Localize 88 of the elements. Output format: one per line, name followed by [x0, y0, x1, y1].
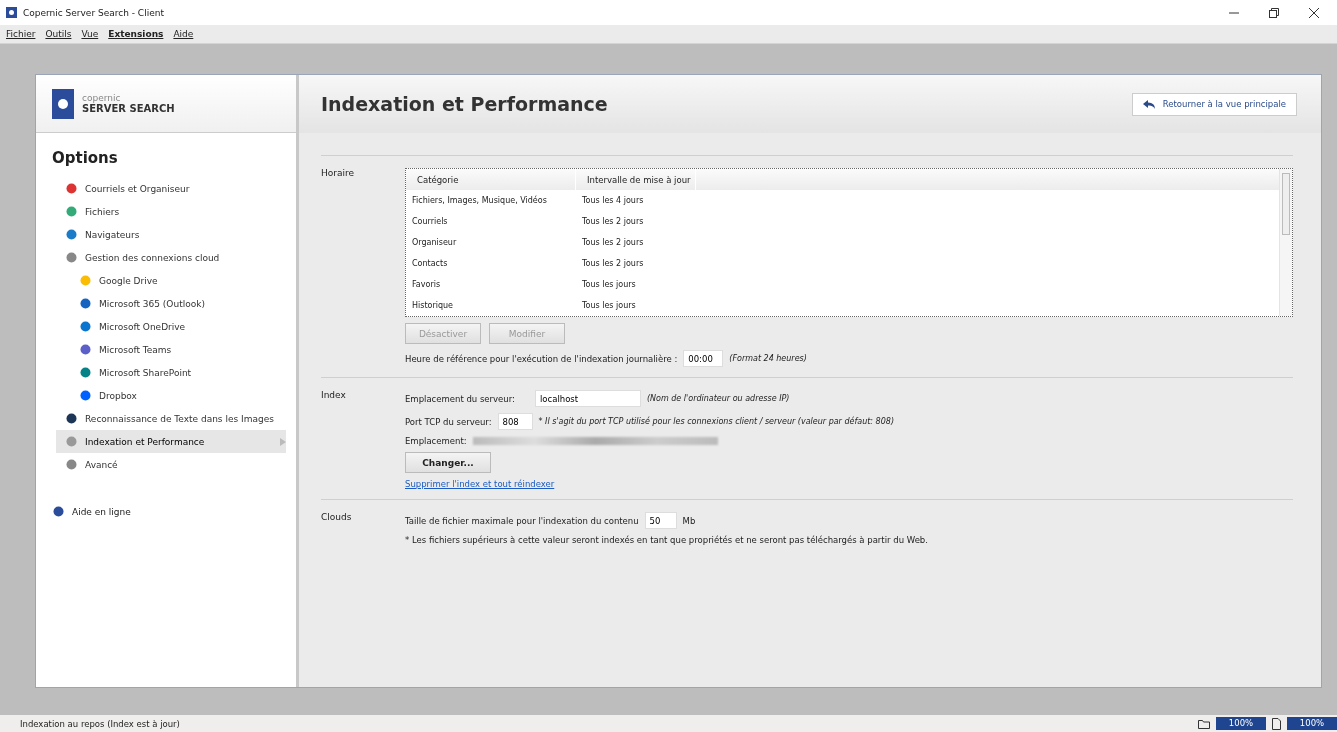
help-icon — [53, 506, 64, 517]
category-icon — [66, 206, 77, 217]
field-hint: (Format 24 heures) — [729, 354, 807, 363]
logo-icon — [52, 88, 74, 119]
section-label: Index — [321, 390, 347, 402]
page-icon — [1272, 717, 1281, 730]
field-label: Port TCP du serveur: — [405, 416, 492, 427]
table-row[interactable]: Courriels Tous les 2 jours — [406, 211, 1279, 232]
table-cell-text: Tous les 2 jours — [581, 217, 645, 226]
table-cell-text: Contacts — [411, 259, 449, 268]
table-cell-text: Tous les jours — [581, 280, 637, 289]
help-link[interactable]: Aide en ligne — [53, 506, 296, 517]
app-icon — [6, 7, 17, 18]
table-cell-text: Courriels — [411, 217, 449, 226]
table-cell-text: Tous les jours — [581, 301, 637, 310]
category-icon — [66, 229, 77, 240]
port-field[interactable]: 808 — [497, 413, 533, 430]
category-icon — [80, 321, 91, 332]
logo-text: SERVER SEARCH — [82, 103, 175, 114]
sidebar-item[interactable]: Fichiers — [56, 200, 286, 223]
sidebar-item[interactable]: Navigateurs — [56, 223, 286, 246]
category-icon — [80, 390, 91, 401]
category-icon — [66, 183, 77, 194]
table-row[interactable]: Contacts Tous les 2 jours — [406, 253, 1279, 274]
field-label: Heure de référence pour l'exécution de l'indexation journalière : — [405, 353, 678, 364]
table-cell-text: Organiseur — [411, 238, 458, 247]
section-label: Clouds — [321, 512, 353, 524]
category-icon — [66, 252, 77, 263]
window-title: Copernic Server Search - Client — [23, 7, 165, 18]
sidebar-item[interactable]: Reconnaissance de Texte dans les Images — [56, 407, 286, 430]
back-button[interactable]: Retourner à la vue principale — [1131, 92, 1297, 116]
sidebar-item[interactable]: Google Drive — [56, 269, 286, 292]
menu-item[interactable]: Extensions — [108, 29, 164, 39]
table-cell-text: Favoris — [411, 280, 442, 289]
note-text: * Les fichiers supérieurs à cette valeur seront indexés en tant que propriétés et ne seront pas téléchargés à partir du Web. — [405, 535, 928, 545]
folder-icon — [1198, 718, 1210, 729]
column-header[interactable]: Intervalle de mise à jour — [576, 169, 696, 190]
page-title: Indexation et Performance — [321, 93, 608, 115]
category-icon — [80, 298, 91, 309]
sidebar-item[interactable]: Avancé — [56, 453, 286, 476]
server-field[interactable]: localhost — [534, 390, 641, 407]
table-cell-text: Tous les 4 jours — [581, 196, 645, 205]
category-icon — [66, 413, 77, 424]
sidebar-item[interactable]: Indexation et Performance — [56, 430, 286, 453]
table-cell-text: Fichiers, Images, Musique, Vidéos — [411, 196, 548, 205]
sidebar-item[interactable]: Microsoft SharePoint — [56, 361, 286, 384]
scrollbar[interactable] — [1279, 169, 1292, 316]
section-label: Horaire — [321, 168, 356, 180]
status-text: Indexation au repos (Index est à jour) — [20, 718, 181, 729]
table-row[interactable]: Favoris Tous les jours — [406, 274, 1279, 295]
sidebar-item[interactable]: Microsoft OneDrive — [56, 315, 286, 338]
table-cell-text: Tous les 2 jours — [581, 238, 645, 247]
options-title: Options — [52, 149, 118, 167]
zoom-level: 100% — [1287, 717, 1337, 730]
category-icon — [80, 367, 91, 378]
menu-item[interactable]: Outils — [45, 29, 72, 39]
menu-item[interactable]: Vue — [81, 29, 99, 39]
logo-text: copernic — [82, 93, 122, 103]
field-hint: (Nom de l'ordinateur ou adresse IP) — [646, 394, 790, 403]
table-row[interactable]: Fichiers, Images, Musique, Vidéos Tous les 4 jours — [406, 190, 1279, 211]
back-arrow-icon — [1142, 99, 1155, 109]
menu-item[interactable]: Fichier — [6, 29, 36, 39]
field-label: Emplacement du serveur: — [405, 393, 515, 404]
zoom-level: 100% — [1216, 717, 1266, 730]
table-row[interactable]: Organiseur Tous les 2 jours — [406, 232, 1279, 253]
category-icon — [80, 344, 91, 355]
change-button[interactable]: Changer... — [405, 452, 491, 473]
field-hint: * Il s'agit du port TCP utilisé pour les connexions client / serveur (valeur par défaut: 808) — [538, 417, 894, 426]
column-header[interactable]: Catégorie — [406, 169, 576, 190]
sidebar-item[interactable]: Microsoft 365 (Outlook) — [56, 292, 286, 315]
time-field[interactable]: 00:00 — [683, 350, 724, 367]
sidebar-item[interactable]: Courriels et Organiseur — [56, 177, 286, 200]
table-cell-text: Tous les 2 jours — [581, 259, 645, 268]
unit-label: Mb — [682, 515, 696, 526]
table-row[interactable]: Historique Tous les jours — [406, 295, 1279, 316]
sidebar-item[interactable]: Dropbox — [56, 384, 286, 407]
category-icon — [66, 436, 77, 447]
reindex-link[interactable]: Supprimer l'index et tout réindexer — [405, 479, 555, 489]
field-label: Taille de fichier maximale pour l'indexation du contenu — [405, 515, 639, 526]
table-cell-text: Historique — [411, 301, 455, 310]
arrow-icon — [280, 437, 286, 446]
category-icon — [80, 275, 91, 286]
size-field[interactable]: 50 — [644, 512, 677, 529]
category-icon — [66, 459, 77, 470]
field-label: Emplacement: — [405, 436, 467, 446]
menu-item[interactable]: Aide — [173, 29, 194, 39]
sidebar-item[interactable]: Microsoft Teams — [56, 338, 286, 361]
sidebar-item[interactable]: Gestion des connexions cloud — [56, 246, 286, 269]
